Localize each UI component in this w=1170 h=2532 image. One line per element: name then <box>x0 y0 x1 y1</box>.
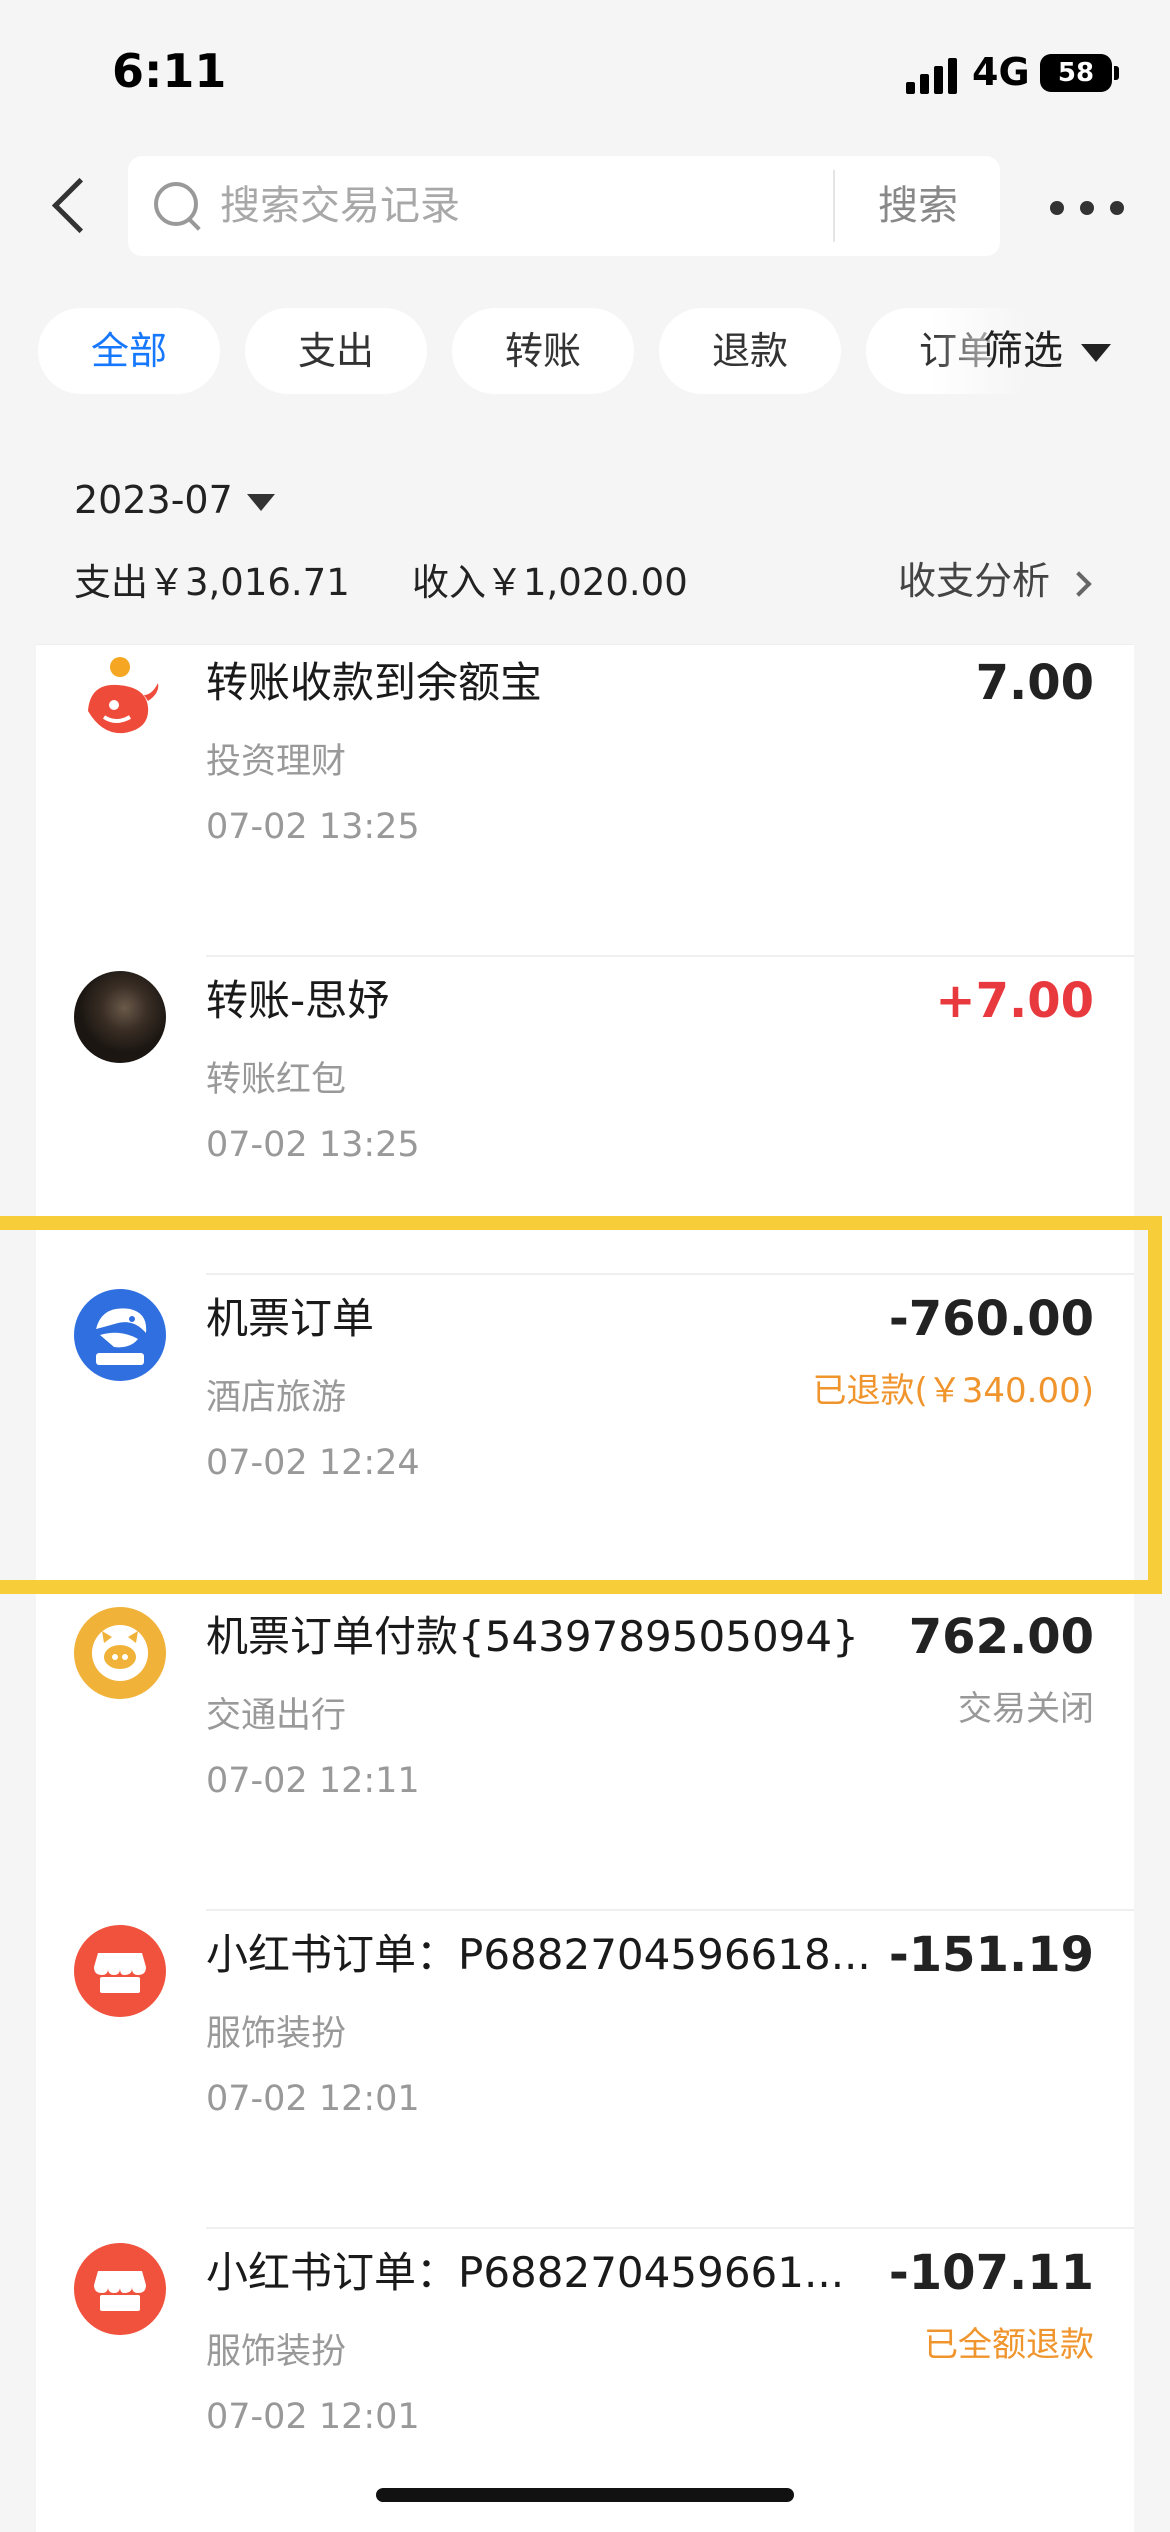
yuebao-icon <box>74 653 166 745</box>
transaction-category: 服饰装扮 <box>206 2332 347 2372</box>
transaction-amount: 762.00 <box>908 1609 1094 1665</box>
caret-down-icon <box>1081 344 1111 362</box>
transaction-title: 转账-思妤 <box>206 976 390 1025</box>
signal-icon <box>906 58 962 94</box>
transaction-amount: +7.00 <box>935 973 1094 1029</box>
more-options-icon[interactable] <box>1050 196 1124 220</box>
search-input[interactable] <box>220 174 920 238</box>
transaction-amount: -151.19 <box>888 1927 1094 1983</box>
transaction-title: 小红书订单：P6882704596618... <box>206 1930 871 1979</box>
transaction-row[interactable]: 小红书订单：P6882704596618... 服饰装扮 07-02 12:01… <box>36 1911 1134 2229</box>
month-selector[interactable]: 2023-07 <box>74 478 275 522</box>
search-button[interactable]: 搜索 <box>836 156 1000 256</box>
filter-label: 筛选 <box>983 328 1063 374</box>
transaction-time: 07-02 13:25 <box>206 807 420 847</box>
transaction-category: 交通出行 <box>206 1696 347 1736</box>
home-indicator <box>376 2488 794 2502</box>
analysis-label: 收支分析 <box>898 559 1051 603</box>
transaction-status: 交易关闭 <box>958 1689 1094 1729</box>
piggy-icon <box>74 1607 166 1699</box>
network-type: 4G <box>972 50 1030 94</box>
back-button[interactable] <box>44 176 100 236</box>
transaction-time: 07-02 13:25 <box>206 1125 420 1165</box>
status-bar: 6:11 4G 58 <box>0 0 1170 150</box>
search-box[interactable]: 搜索 <box>128 156 1000 256</box>
transaction-title: 机票订单付款{5439789505094} <box>206 1612 859 1661</box>
transaction-amount: -107.11 <box>888 2245 1094 2301</box>
filter-button[interactable]: 筛选 <box>983 308 1163 394</box>
transaction-row[interactable]: 机票订单付款{5439789505094} 交通出行 07-02 12:11 7… <box>36 1593 1134 1911</box>
transaction-time: 07-02 12:11 <box>206 1761 420 1801</box>
battery-icon: 58 <box>1040 54 1119 92</box>
highlight-box <box>0 1216 1162 1594</box>
user-avatar <box>74 971 166 1063</box>
monthly-expense: 支出￥3,016.71 <box>74 561 350 604</box>
caret-down-icon <box>246 494 275 511</box>
shop-icon <box>74 2243 166 2335</box>
transaction-title: 转账收款到余额宝 <box>206 658 543 707</box>
analysis-link[interactable]: 收支分析 <box>898 550 1092 605</box>
refund-status: 已全额退款 <box>924 2325 1094 2365</box>
transaction-title: 小红书订单：P688270459661... <box>206 2248 845 2297</box>
monthly-income: 收入￥1,020.00 <box>412 561 688 604</box>
filter-row: 全部 支出 转账 退款 订单 筛选 <box>0 308 1170 398</box>
transaction-amount: 7.00 <box>975 655 1094 711</box>
filter-chip-all[interactable]: 全部 <box>38 308 220 394</box>
chevron-right-icon <box>1066 570 1092 597</box>
month-label: 2023-07 <box>74 478 233 522</box>
status-time: 6:11 <box>112 44 227 98</box>
transaction-time: 07-02 12:01 <box>206 2079 420 2119</box>
shop-icon <box>74 1925 166 2017</box>
filter-chip-expense[interactable]: 支出 <box>245 308 427 394</box>
transaction-time: 07-02 12:01 <box>206 2397 420 2437</box>
filter-chip-refund[interactable]: 退款 <box>659 308 841 394</box>
filter-chip-transfer[interactable]: 转账 <box>452 308 634 394</box>
transaction-category: 投资理财 <box>206 742 347 782</box>
transaction-category: 服饰装扮 <box>206 2014 347 2054</box>
transaction-category: 转账红包 <box>206 1060 347 1100</box>
transaction-row[interactable]: 小红书订单：P688270459661... 服饰装扮 07-02 12:01 … <box>36 2229 1134 2532</box>
search-divider <box>833 170 835 242</box>
search-icon <box>154 182 202 230</box>
transaction-row[interactable]: 转账收款到余额宝 投资理财 07-02 13:25 7.00 <box>36 645 1134 957</box>
